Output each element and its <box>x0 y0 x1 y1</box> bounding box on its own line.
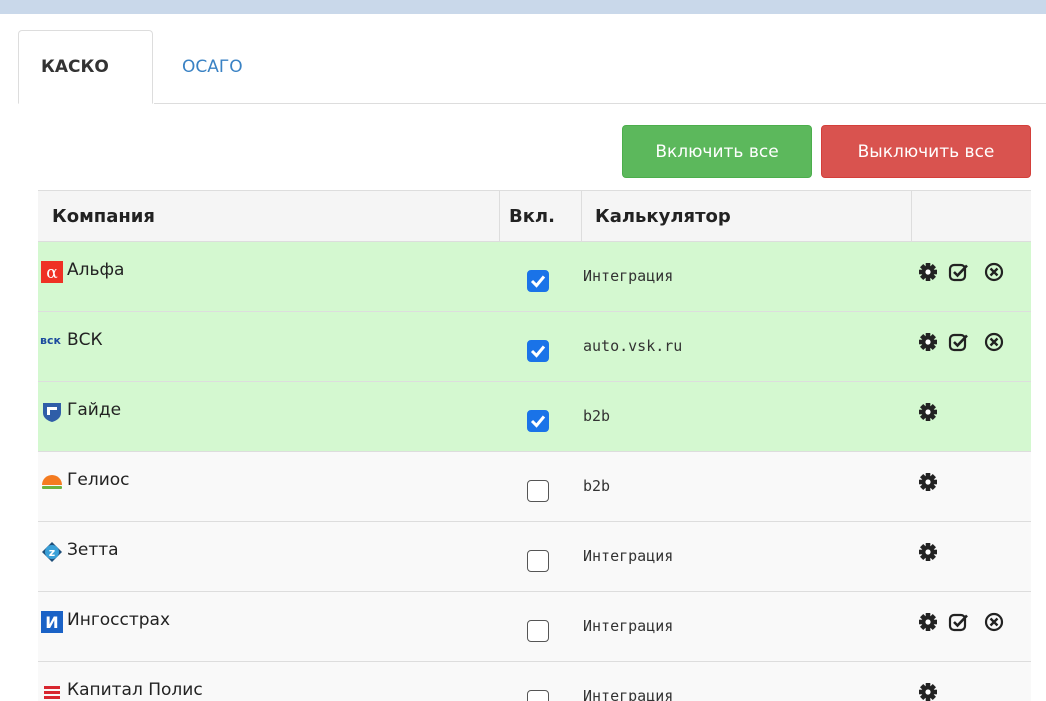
calculator-value: Интеграция <box>583 267 674 285</box>
gear-icon[interactable] <box>917 541 939 563</box>
gear-icon[interactable] <box>917 401 939 423</box>
table-row: Гайде b2b <box>38 382 1031 452</box>
calculator-value: auto.vsk.ru <box>583 337 683 355</box>
table-row: вск ВСК auto.vsk.ru <box>38 312 1031 382</box>
company-name: ВСК <box>67 330 103 350</box>
enable-all-button[interactable]: Включить все <box>622 125 812 178</box>
tab-osago[interactable]: ОСАГО <box>182 30 243 104</box>
check-icon[interactable] <box>947 261 969 283</box>
zetta-logo: z <box>41 541 63 563</box>
ingos-logo: И <box>41 611 63 633</box>
calculator-value: b2b <box>583 407 611 425</box>
table-body: α Альфа Интеграция вск ВСК auto.vsk.ru Гайде b2… <box>38 242 1031 701</box>
header-enabled: Вкл. <box>509 205 555 227</box>
calculator-value: Интеграция <box>583 547 674 565</box>
calculator-value: b2b <box>583 477 611 495</box>
vsk-logo: вск <box>40 331 63 353</box>
gear-icon[interactable] <box>917 611 939 633</box>
header-divider <box>581 191 582 241</box>
enabled-checkbox[interactable] <box>527 340 549 362</box>
company-name: Капитал Полис <box>67 680 203 700</box>
gear-icon[interactable] <box>917 681 939 701</box>
zetta-logo-text: z <box>49 546 55 559</box>
enabled-checkbox[interactable] <box>527 410 549 432</box>
kapital-logo <box>41 681 63 701</box>
calculator-value: Интеграция <box>583 687 674 701</box>
svg-text:α: α <box>46 263 58 283</box>
gayde-logo <box>41 401 63 423</box>
calculator-value: Интеграция <box>583 617 674 635</box>
ingos-logo-text: И <box>45 613 58 632</box>
company-name: Зетта <box>67 540 119 560</box>
table-row: Капитал Полис Интеграция <box>38 662 1031 701</box>
companies-table: Компания Вкл. Калькулятор α Альфа Интеграц… <box>38 190 1031 701</box>
header-divider <box>499 191 500 241</box>
gear-icon[interactable] <box>917 261 939 283</box>
vsk-logo-text: вск <box>40 334 61 347</box>
header-company: Компания <box>52 205 155 227</box>
gear-icon[interactable] <box>917 471 939 493</box>
enabled-checkbox[interactable] <box>527 550 549 572</box>
table-row: α Альфа Интеграция <box>38 242 1031 312</box>
header-calculator: Калькулятор <box>595 205 731 227</box>
close-icon[interactable] <box>983 611 1005 633</box>
enabled-checkbox[interactable] <box>527 690 549 701</box>
table-header: Компания Вкл. Калькулятор <box>38 190 1031 242</box>
tabs-divider <box>154 103 1046 104</box>
table-row: Гелиос b2b <box>38 452 1031 522</box>
table-row: И Ингосстрах Интеграция <box>38 592 1031 662</box>
top-bar <box>0 0 1046 14</box>
tab-kasko[interactable]: КАСКО <box>18 30 153 104</box>
table-row: z Зетта Интеграция <box>38 522 1031 592</box>
check-icon[interactable] <box>947 611 969 633</box>
alfa-logo: α <box>41 261 63 283</box>
company-name: Ингосстрах <box>67 610 171 630</box>
enabled-checkbox[interactable] <box>527 480 549 502</box>
company-name: Гайде <box>67 400 122 420</box>
header-divider <box>911 191 912 241</box>
gear-icon[interactable] <box>917 331 939 353</box>
table-viewport: Компания Вкл. Калькулятор α Альфа Интеграц… <box>0 190 1046 701</box>
tabs: КАСКО ОСАГО <box>18 30 1046 104</box>
check-icon[interactable] <box>947 331 969 353</box>
enabled-checkbox[interactable] <box>527 270 549 292</box>
close-icon[interactable] <box>983 261 1005 283</box>
close-icon[interactable] <box>983 331 1005 353</box>
company-name: Альфа <box>67 260 125 280</box>
enabled-checkbox[interactable] <box>527 620 549 642</box>
company-name: Гелиос <box>67 470 130 490</box>
gelios-logo <box>41 471 63 493</box>
disable-all-button[interactable]: Выключить все <box>821 125 1031 178</box>
